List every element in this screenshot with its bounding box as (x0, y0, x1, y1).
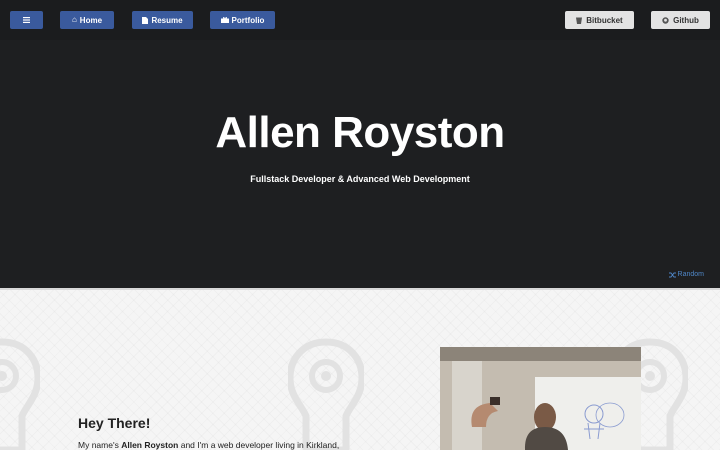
bitbucket-button-label: Bitbucket (586, 15, 623, 25)
hamburger-icon (23, 17, 30, 23)
top-nav-bar: ⌂ Home Resume Portfolio Bitbucket Github (0, 0, 720, 40)
resume-button-label: Resume (151, 15, 183, 25)
about-intro: My name's Allen Royston and I'm a web de… (78, 440, 339, 450)
home-icon: ⌂ (71, 15, 77, 24)
lightbulb-icon (288, 338, 364, 450)
bitbucket-button[interactable]: Bitbucket (565, 11, 634, 29)
intro-prefix: My name's (78, 440, 122, 450)
document-icon (142, 16, 149, 24)
about-heading: Hey There! (78, 415, 151, 431)
bitbucket-icon (576, 17, 583, 24)
lightbulb-icon (457, 290, 517, 310)
hero-name: Allen Royston (215, 108, 505, 157)
intro-suffix: and I'm a web developer living in Kirkla… (178, 440, 340, 450)
home-button-label: Home (79, 15, 103, 25)
resume-button[interactable]: Resume (132, 11, 193, 29)
random-link-label: Random (677, 271, 704, 278)
portfolio-button-label: Portfolio (231, 15, 265, 25)
portfolio-button[interactable]: Portfolio (210, 11, 275, 29)
github-button-label: Github (673, 15, 699, 25)
shuffle-icon (668, 272, 676, 277)
lightbulb-icon (0, 338, 40, 450)
briefcase-icon (220, 17, 229, 23)
random-link[interactable]: Random (668, 271, 704, 278)
lightbulb-icon (130, 290, 190, 310)
intro-name: Allen Royston (121, 440, 179, 450)
menu-button[interactable] (10, 11, 43, 29)
hero-tagline: Fullstack Developer & Advanced Web Devel… (250, 174, 470, 184)
github-icon (662, 16, 669, 24)
profile-photo (440, 347, 641, 450)
github-button[interactable]: Github (651, 11, 710, 29)
home-button[interactable]: ⌂ Home (60, 11, 114, 29)
